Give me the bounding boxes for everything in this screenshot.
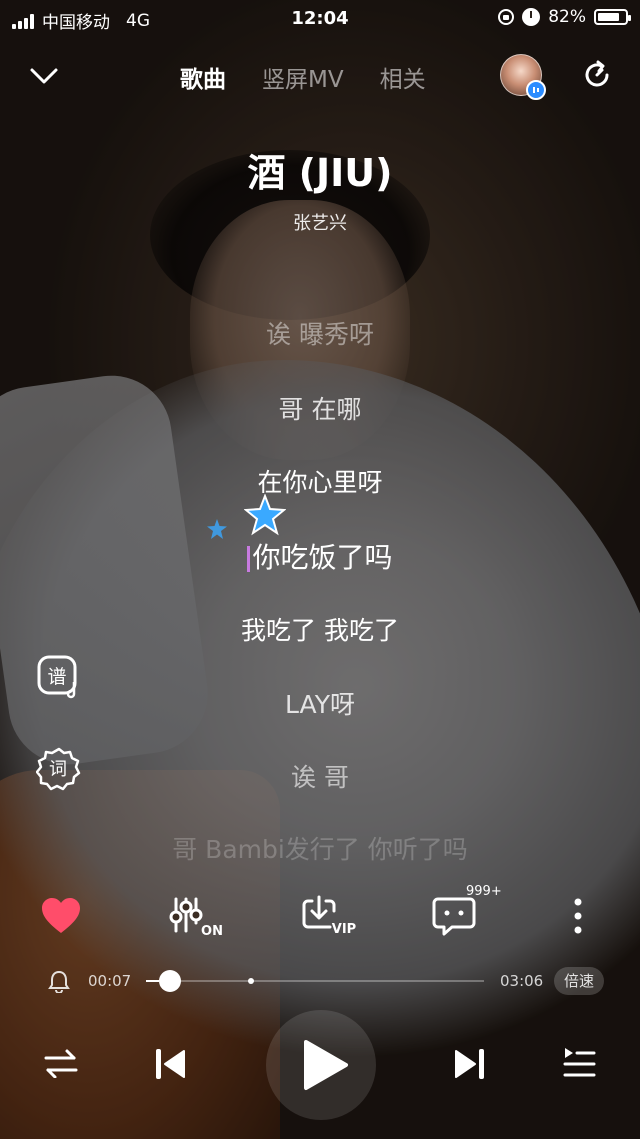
previous-button[interactable] [148,1042,192,1086]
like-button[interactable] [38,888,84,944]
next-button[interactable] [448,1042,492,1086]
download-button[interactable]: VIP [300,888,360,944]
current-time: 00:07 [88,972,132,990]
tab-bar: 歌曲 竖屏MV 相关 [180,60,426,94]
lyrics-mode-button[interactable]: 词 [36,746,82,792]
sound-effect-button[interactable]: ON [168,888,226,944]
progress-bar-row: 00:07 03:06 倍速 [0,964,640,998]
playback-controls [0,1010,640,1120]
battery-icon [594,9,631,25]
artist-name[interactable]: 张艺兴 [0,209,640,235]
bell-icon[interactable] [48,969,70,993]
tab-related[interactable]: 相关 [380,60,426,94]
playback-speed-button[interactable]: 倍速 [554,967,604,995]
rotation-lock-icon [498,9,515,25]
seek-knob[interactable] [158,970,181,992]
equalizer-icon: ON [169,897,223,939]
repeat-order-icon [44,1049,78,1078]
tab-song[interactable]: 歌曲 [180,60,226,94]
alarm-icon [522,8,541,26]
user-avatar-button[interactable] [500,54,546,100]
action-bar: ON VIP 999+ [0,884,640,948]
star-icon [244,494,286,536]
skip-next-icon [455,1049,484,1079]
download-icon: VIP [302,895,356,937]
chevron-down-icon[interactable] [26,58,62,94]
battery-percent: 82% [548,7,586,27]
more-options-button[interactable] [560,888,596,944]
svg-text:词: 词 [49,759,67,780]
play-mode-button[interactable] [40,1042,82,1084]
seek-bar[interactable] [146,970,484,992]
svg-text:VIP: VIP [332,922,356,937]
score-button[interactable]: 谱 [36,654,82,700]
skip-previous-icon [156,1049,185,1079]
heart-icon [42,898,80,933]
star-icon [207,519,227,539]
playlist-button[interactable] [558,1042,600,1084]
play-icon [304,1040,348,1090]
comment-count-badge: 999+ [466,884,502,899]
highlight-marker [247,978,254,984]
top-nav: 歌曲 竖屏MV 相关 [0,52,640,102]
song-title: 酒 (JIU) [247,151,393,195]
svg-text:ON: ON [201,924,223,939]
comment-icon [432,897,476,936]
play-button[interactable] [266,1010,376,1120]
playlist-icon [563,1048,596,1077]
svg-text:谱: 谱 [47,666,66,688]
refresh-icon[interactable] [580,58,614,92]
live-badge-icon [526,80,546,100]
total-time: 03:06 [500,972,544,990]
status-bar: 中国移动 4G 12:04 82% [0,0,640,36]
tab-vertical-mv[interactable]: 竖屏MV [262,60,344,94]
more-vertical-icon [574,898,582,934]
